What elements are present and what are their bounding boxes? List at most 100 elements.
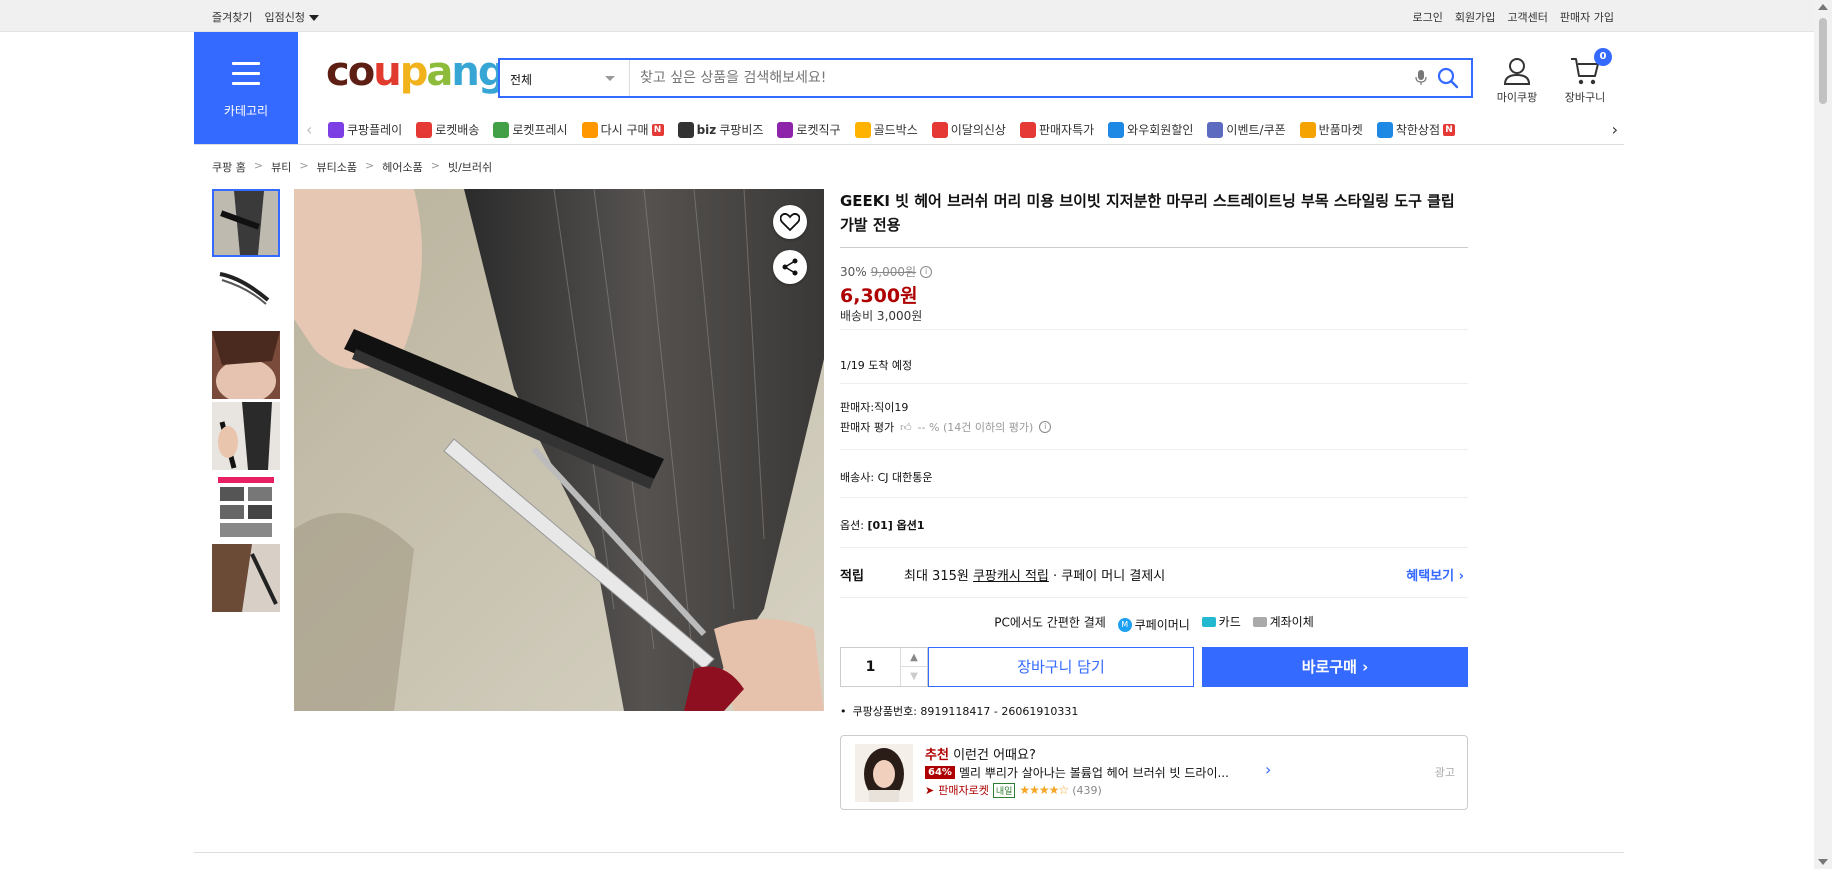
nav-item-biz[interactable]: biz 쿠팡비즈 (677, 121, 763, 138)
thumbnail-5[interactable] (212, 473, 280, 541)
reward-text: 최대 315원 쿠팡캐시 적립 · 쿠페이 머니 결제시 (904, 565, 1165, 584)
seller-rating-label: 판매자 평가 (840, 421, 895, 434)
breadcrumb-separator-icon: > (299, 159, 309, 172)
nav-item-coupon[interactable]: 이벤트/쿠폰 (1207, 121, 1286, 138)
pay-bank: 계좌이체 (1252, 613, 1314, 630)
thumbnail-2[interactable] (212, 260, 280, 328)
option-value: [01] 옵션1 (867, 519, 925, 532)
global-icon (777, 121, 794, 138)
option-row[interactable]: 옵션: [01] 옵션1 (840, 517, 1468, 533)
breadcrumb-item[interactable]: 뷰티 (271, 159, 291, 175)
signup-link[interactable]: 회원가입 (1455, 9, 1495, 25)
shipping-fee: 배송비 3,000원 (840, 309, 923, 323)
nav-item-rocket-fresh[interactable]: 로켓프레시 (493, 121, 568, 138)
goldbox-icon (854, 121, 871, 138)
header-divider (194, 144, 1624, 145)
thumbnail-6[interactable] (212, 544, 280, 612)
benefit-more-link[interactable]: 혜택보기 › (1406, 565, 1464, 584)
new-badge: N (651, 123, 664, 136)
nav-item-market[interactable]: 반품마켓 (1299, 121, 1363, 138)
search-icon[interactable] (1437, 67, 1459, 89)
payment-title: PC에서도 간편한 결제 (994, 615, 1106, 630)
nav-item-store[interactable]: 착한상점 N (1376, 121, 1456, 138)
nav-next-icon[interactable]: › (1612, 120, 1618, 139)
nav-item-percent[interactable]: 판매자특가 (1019, 121, 1094, 138)
thumbnail-list (212, 189, 280, 615)
sale-price: 6,300원 (840, 285, 918, 307)
new-icon (931, 121, 948, 138)
quantity-input[interactable]: 1 (841, 648, 901, 686)
thumbnail-1[interactable] (212, 189, 280, 257)
breadcrumb-separator-icon: > (365, 159, 375, 172)
share-button[interactable] (773, 250, 807, 284)
vendor-apply-link[interactable]: 입점신청 (264, 9, 319, 25)
info-icon[interactable]: i (920, 265, 933, 278)
play-icon (328, 121, 344, 138)
cash-link[interactable]: 쿠팡캐시 적립 (973, 569, 1049, 584)
nav-item-global[interactable]: 로켓직구 (777, 121, 841, 138)
wishlist-button[interactable] (773, 205, 807, 239)
product-info-panel: GEEKI 빗 헤어 브러쉬 머리 미용 브이빗 지저분한 마무리 스트레이트닝… (840, 189, 1468, 810)
buy-now-button[interactable]: 바로구매 › (1202, 647, 1468, 687)
microphone-icon[interactable] (1415, 70, 1427, 86)
product-title: GEEKI 빗 헤어 브러쉬 머리 미용 브이빗 지저분한 마무리 스트레이트닝… (840, 189, 1468, 248)
arrival-date: 1/19 도착 예정 (840, 359, 913, 372)
nav-item-label: 이달의신상 (950, 123, 1006, 137)
recommend-title: 이런건 어때요? (953, 748, 1036, 763)
breadcrumb: 쿠팡 홈 > 뷰티 > 뷰티소품 > 헤어소품 > 빗/브러쉬 (212, 159, 492, 175)
reward-amount: 최대 315원 (904, 569, 969, 584)
scroll-down-icon[interactable] (1818, 859, 1828, 865)
divider (840, 597, 1468, 598)
quantity-increase-icon[interactable]: ▲ (901, 648, 927, 667)
cart-button[interactable]: 0 장바구니 (1558, 48, 1612, 105)
login-link[interactable]: 로그인 (1413, 9, 1443, 25)
nav-item-bag[interactable]: 다시 구매 N (581, 121, 664, 138)
recommendation-card[interactable]: 추천 이런건 어때요? 64% 멜리 뿌리가 살아나는 볼륨업 헤어 브러쉬 빗 … (840, 735, 1468, 810)
nav-item-play[interactable]: 쿠팡플레이 (328, 121, 402, 138)
recommend-hot-label: 추천 (925, 748, 949, 763)
thumbnail-3[interactable] (212, 331, 280, 399)
search-input[interactable] (640, 60, 1340, 96)
info-icon[interactable]: i (1039, 421, 1052, 433)
nav-item-rocket[interactable]: 로켓배송 (416, 121, 479, 138)
ad-label: 광고 (1434, 766, 1455, 779)
nav-item-prefix: biz (696, 122, 717, 137)
vendor-apply-label: 입점신청 (264, 11, 305, 24)
divider (840, 383, 1468, 384)
seller-row: 판매자:직이19 (840, 399, 1468, 415)
nav-item-wow[interactable]: 와우회원할인 (1108, 121, 1193, 138)
coupang-logo[interactable]: coupang (326, 52, 506, 92)
quick-nav-items: 쿠팡플레이 로켓배송 로켓프레시 다시 구매 N biz 쿠팡비즈 로켓직구 골드박스 이달의신상… (328, 121, 1456, 138)
product-main-image[interactable] (294, 189, 824, 711)
breadcrumb-item[interactable]: 뷰티소품 (317, 159, 357, 175)
breadcrumb-item[interactable]: 빗/브러쉬 (448, 159, 492, 175)
mycoupang-button[interactable]: 마이쿠팡 (1490, 56, 1544, 105)
category-menu-button[interactable]: 카테고리 (194, 32, 298, 144)
quantity-decrease-icon[interactable]: ▼ (901, 667, 927, 686)
breadcrumb-item[interactable]: 쿠팡 홈 (212, 159, 246, 175)
search-category-select[interactable]: 전체 (500, 60, 630, 96)
seller-name[interactable]: 직이19 (874, 401, 908, 414)
breadcrumb-item[interactable]: 헤어소품 (382, 159, 422, 175)
scroll-up-icon[interactable] (1818, 4, 1828, 10)
thumbnail-4[interactable] (212, 402, 280, 470)
recommendation-heading: 추천 이런건 어때요? (925, 744, 1036, 763)
recommendation-name-row: 64% 멜리 뿌리가 살아나는 볼륨업 헤어 브러쉬 빗 드라이... (925, 764, 1229, 781)
recommendation-image (855, 744, 913, 802)
nav-item-new[interactable]: 이달의신상 (931, 121, 1006, 138)
carrier-row: 배송사: CJ 대한통운 (840, 469, 1468, 485)
nav-item-goldbox[interactable]: 골드박스 (854, 121, 918, 138)
scrollbar-thumb[interactable] (1819, 18, 1827, 104)
customer-center-link[interactable]: 고객센터 (1507, 9, 1547, 25)
recommend-discount: 64% (925, 766, 955, 779)
pay-method-label: 쿠페이머니 (1134, 618, 1190, 632)
tomorrow-badge: 내일 (992, 782, 1016, 798)
bookmark-link[interactable]: 즐겨찾기 (212, 9, 252, 25)
seller-signup-link[interactable]: 판매자 가입 (1560, 9, 1614, 25)
page-scrollbar[interactable] (1814, 0, 1832, 869)
chevron-right-icon[interactable]: › (1265, 760, 1271, 779)
nav-item-label: 로켓직구 (796, 123, 841, 137)
add-to-cart-button[interactable]: 장바구니 담기 (928, 647, 1194, 687)
benefit-more-label: 혜택보기 (1406, 569, 1455, 584)
nav-prev-icon[interactable]: ‹ (306, 120, 312, 139)
